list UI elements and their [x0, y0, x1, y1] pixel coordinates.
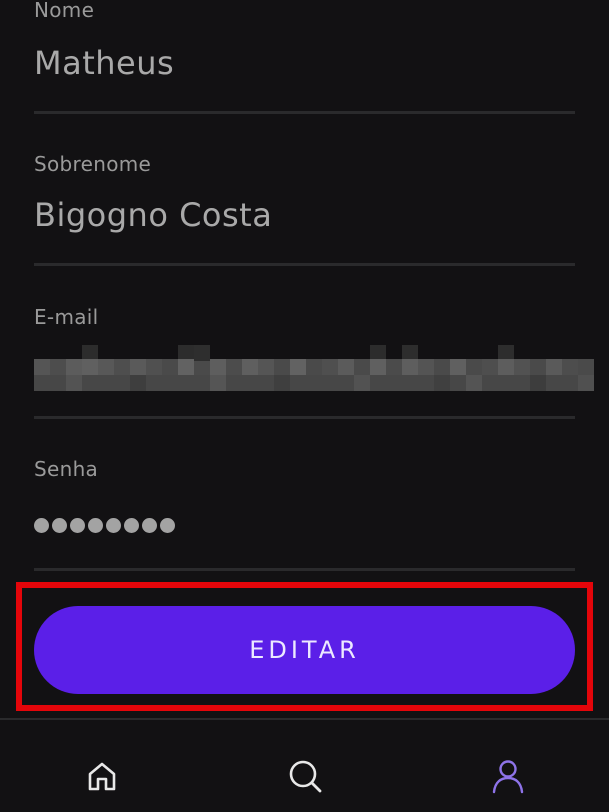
password-dot	[34, 518, 49, 533]
password-dot	[70, 518, 85, 533]
password-dot	[88, 518, 103, 533]
search-icon	[289, 760, 322, 793]
first-name-value[interactable]: Matheus	[34, 44, 174, 82]
edit-button[interactable]: EDITAR	[34, 606, 575, 694]
last-name-field[interactable]: Sobrenome Bigogno Costa	[34, 150, 575, 268]
email-divider	[34, 416, 575, 419]
bottom-nav	[0, 720, 609, 812]
user-icon	[492, 760, 524, 794]
first-name-field[interactable]: Nome Matheus	[34, 0, 575, 116]
password-dot	[52, 518, 67, 533]
nav-profile[interactable]	[488, 756, 528, 796]
password-dot	[106, 518, 121, 533]
home-icon	[88, 762, 116, 791]
nav-search[interactable]	[285, 756, 325, 796]
email-field[interactable]: E-mail	[34, 303, 594, 421]
last-name-label: Sobrenome	[34, 152, 152, 176]
pixelated-email-mask	[34, 345, 594, 391]
first-name-label: Nome	[34, 0, 95, 22]
first-name-divider	[34, 111, 575, 114]
nav-home[interactable]	[82, 756, 122, 796]
last-name-value[interactable]: Bigogno Costa	[34, 196, 272, 234]
email-value-blurred[interactable]	[34, 345, 594, 395]
password-dot	[160, 518, 175, 533]
email-label: E-mail	[34, 305, 99, 329]
profile-edit-screen: Nome Matheus Sobrenome Bigogno Costa E-m…	[0, 0, 609, 812]
password-dot	[124, 518, 139, 533]
password-dot	[142, 518, 157, 533]
password-field[interactable]: Senha	[34, 455, 575, 573]
password-divider	[34, 568, 575, 571]
password-masked-value[interactable]	[34, 518, 175, 533]
password-label: Senha	[34, 457, 99, 481]
last-name-divider	[34, 263, 575, 266]
